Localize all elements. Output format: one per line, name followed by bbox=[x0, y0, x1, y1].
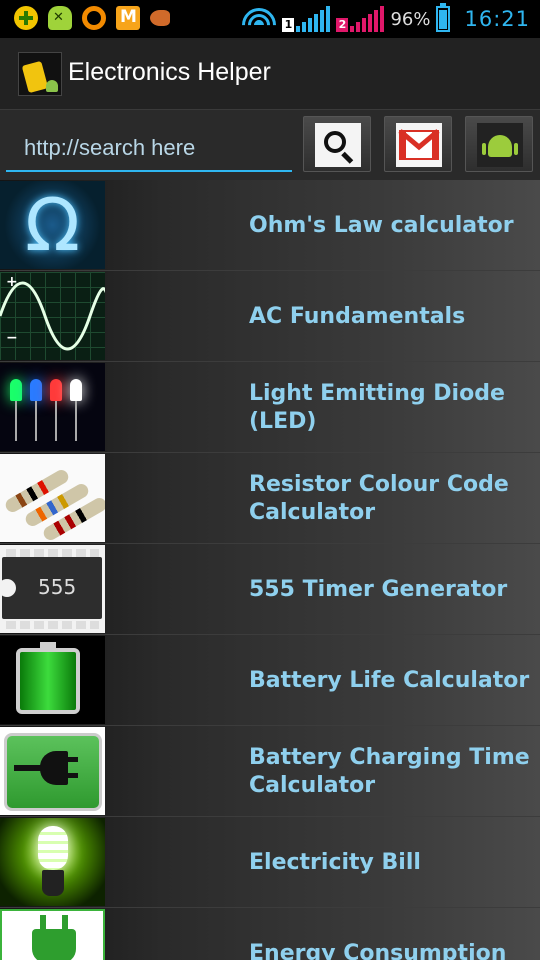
chip-555-icon: 555 bbox=[0, 545, 105, 633]
search-icon bbox=[315, 123, 361, 167]
gmail-button[interactable] bbox=[384, 116, 452, 172]
list-item-label: Energy Consumption bbox=[249, 940, 507, 960]
android-debug-icon bbox=[48, 6, 72, 30]
clock: 16:21 bbox=[464, 7, 530, 31]
list-item-label: Electricity Bill bbox=[249, 849, 421, 875]
system-icons: 1 2 96% 16:21 bbox=[242, 3, 530, 34]
list-item-label: AC Fundamentals bbox=[249, 303, 466, 329]
list-item-label: 555 Timer Generator bbox=[249, 576, 508, 602]
battery-percent: 96% bbox=[390, 8, 431, 30]
list-item-label: Battery Life Calculator bbox=[249, 667, 530, 693]
list-item-battery-life[interactable]: Battery Life Calculator bbox=[0, 635, 540, 726]
list-item-label: Light Emitting Diode (LED) bbox=[249, 380, 505, 434]
search-row bbox=[0, 110, 540, 180]
list-item-led[interactable]: Light Emitting Diode (LED) bbox=[0, 362, 540, 453]
gmail-icon bbox=[396, 123, 442, 167]
orange-ring-icon bbox=[82, 6, 106, 30]
omega-icon: Ω bbox=[0, 181, 105, 269]
list-item-battery-charging-time[interactable]: Battery Charging Time Calculator bbox=[0, 726, 540, 817]
battery-icon bbox=[436, 3, 451, 32]
list-item-energy-consumption[interactable]: Energy Consumption bbox=[0, 908, 540, 960]
list-item-label: Battery Charging Time Calculator bbox=[249, 744, 530, 798]
search-input[interactable] bbox=[6, 126, 292, 172]
list-item-555-timer[interactable]: 555 555 Timer Generator bbox=[0, 544, 540, 635]
battery-icon bbox=[0, 636, 105, 724]
list-item-label: Resistor Colour Code Calculator bbox=[249, 471, 509, 525]
signal-1-icon: 1 bbox=[282, 6, 331, 32]
action-bar: Electronics Helper bbox=[0, 38, 540, 110]
bulb-icon bbox=[0, 818, 105, 906]
signal-2-icon: 2 bbox=[336, 6, 385, 32]
list-item-resistor-colour-code[interactable]: Resistor Colour Code Calculator bbox=[0, 453, 540, 544]
sim2-label: 2 bbox=[336, 18, 349, 32]
app-title: Electronics Helper bbox=[68, 58, 271, 86]
plus-icon bbox=[14, 6, 38, 30]
fish-icon bbox=[150, 10, 170, 26]
sine-wave-icon: + − bbox=[0, 272, 105, 360]
list-item-ohms-law[interactable]: Ω Ohm's Law calculator bbox=[0, 180, 540, 271]
search-button[interactable] bbox=[303, 116, 371, 172]
charging-plug-icon bbox=[0, 727, 105, 815]
android-icon bbox=[477, 123, 523, 167]
led-icon bbox=[0, 363, 105, 451]
app-logo-icon bbox=[18, 52, 62, 96]
list-item-label: Ohm's Law calculator bbox=[249, 212, 514, 238]
wifi-icon bbox=[242, 6, 277, 32]
android-button[interactable] bbox=[465, 116, 533, 172]
resistor-icon bbox=[0, 454, 105, 542]
list-item-electricity-bill[interactable]: Electricity Bill bbox=[0, 817, 540, 908]
notification-icons bbox=[14, 6, 170, 30]
plug-icon bbox=[0, 909, 105, 960]
feature-list: Ω Ohm's Law calculator + − AC Fundamenta… bbox=[0, 180, 540, 960]
sim1-label: 1 bbox=[282, 18, 295, 32]
list-item-ac-fundamentals[interactable]: + − AC Fundamentals bbox=[0, 271, 540, 362]
status-bar: 1 2 96% 16:21 bbox=[0, 0, 540, 38]
mail-icon bbox=[116, 6, 140, 30]
chip-label: 555 bbox=[38, 575, 77, 599]
